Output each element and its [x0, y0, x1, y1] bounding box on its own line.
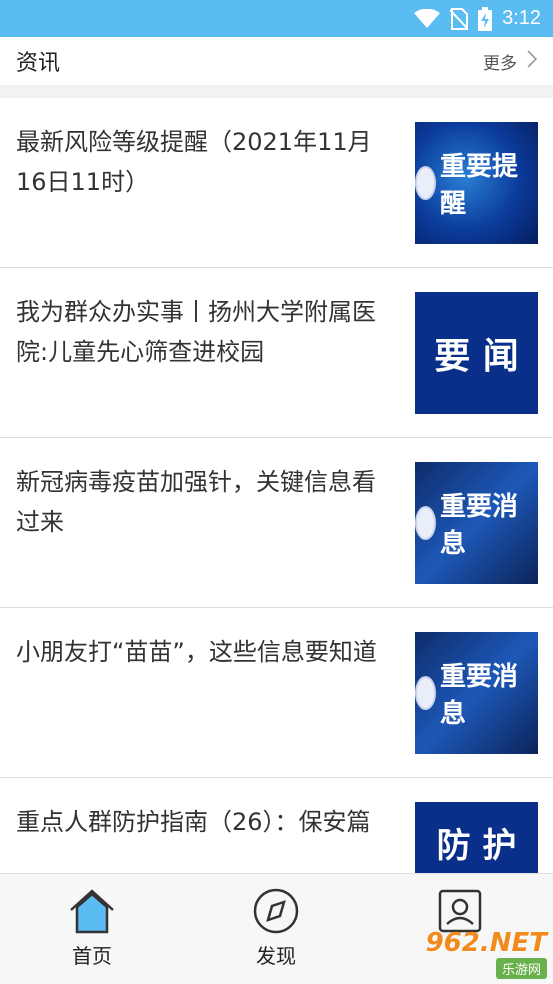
thumbnail-text: 重要消息: [439, 492, 518, 559]
watermark-logo: 962.NET 乐游网: [412, 928, 547, 979]
news-thumbnail: 要 闻: [415, 292, 538, 414]
news-thumbnail: 重要消息: [415, 632, 538, 754]
clock: 3:12: [502, 7, 541, 29]
compass-icon: [252, 888, 300, 938]
emblem-icon: [415, 506, 436, 540]
tab-label: 发现: [256, 944, 296, 968]
bottom-tab-bar: 首页 发现 962.NET 乐游网: [0, 873, 553, 984]
status-bar: 3:12: [0, 0, 553, 37]
news-item[interactable]: 最新风险等级提醒（2021年11月16日11时） 重要提醒: [0, 98, 553, 268]
tab-label: 首页: [72, 944, 112, 968]
emblem-icon: [415, 676, 436, 710]
news-thumbnail: 重要提醒: [415, 122, 538, 244]
section-header: 资讯 更多: [0, 37, 553, 85]
chevron-right-icon: [527, 49, 538, 73]
home-icon: [67, 889, 117, 938]
tab-discover[interactable]: 发现: [216, 888, 336, 969]
emblem-icon: [415, 166, 436, 200]
news-title: 小朋友打“苗苗”，这些信息要知道: [16, 638, 377, 666]
wifi-icon: [414, 8, 441, 29]
news-title: 我为群众办实事丨扬州大学附属医院:儿童先心筛查进校园: [16, 298, 376, 366]
tab-home[interactable]: 首页: [32, 888, 152, 969]
more-link[interactable]: 更多: [483, 49, 538, 74]
no-sim-icon: [450, 7, 469, 30]
divider-band: [0, 85, 553, 98]
watermark-sub: 乐游网: [495, 958, 547, 979]
watermark-brand: 962.NET: [425, 928, 547, 958]
thumbnail-text: 重要消息: [439, 662, 518, 729]
news-item[interactable]: 我为群众办实事丨扬州大学附属医院:儿童先心筛查进校园 要 闻: [0, 268, 553, 438]
more-label: 更多: [483, 53, 517, 74]
news-thumbnail: 重要消息: [415, 462, 538, 584]
news-list: 最新风险等级提醒（2021年11月16日11时） 重要提醒 我为群众办实事丨扬州…: [0, 98, 553, 948]
thumbnail-text: 要 闻: [434, 336, 519, 377]
section-title: 资讯: [16, 51, 61, 76]
news-title: 新冠病毒疫苗加强针，关键信息看过来: [16, 468, 376, 536]
thumbnail-text: 防 护: [436, 826, 517, 866]
news-item[interactable]: 新冠病毒疫苗加强针，关键信息看过来 重要消息: [0, 438, 553, 608]
news-title: 重点人群防护指南（26）：保安篇: [16, 808, 371, 836]
thumbnail-text: 重要提醒: [439, 152, 518, 219]
news-title: 最新风险等级提醒（2021年11月16日11时）: [16, 128, 372, 196]
news-item[interactable]: 小朋友打“苗苗”，这些信息要知道 重要消息: [0, 608, 553, 778]
battery-charging-icon: [478, 6, 493, 31]
